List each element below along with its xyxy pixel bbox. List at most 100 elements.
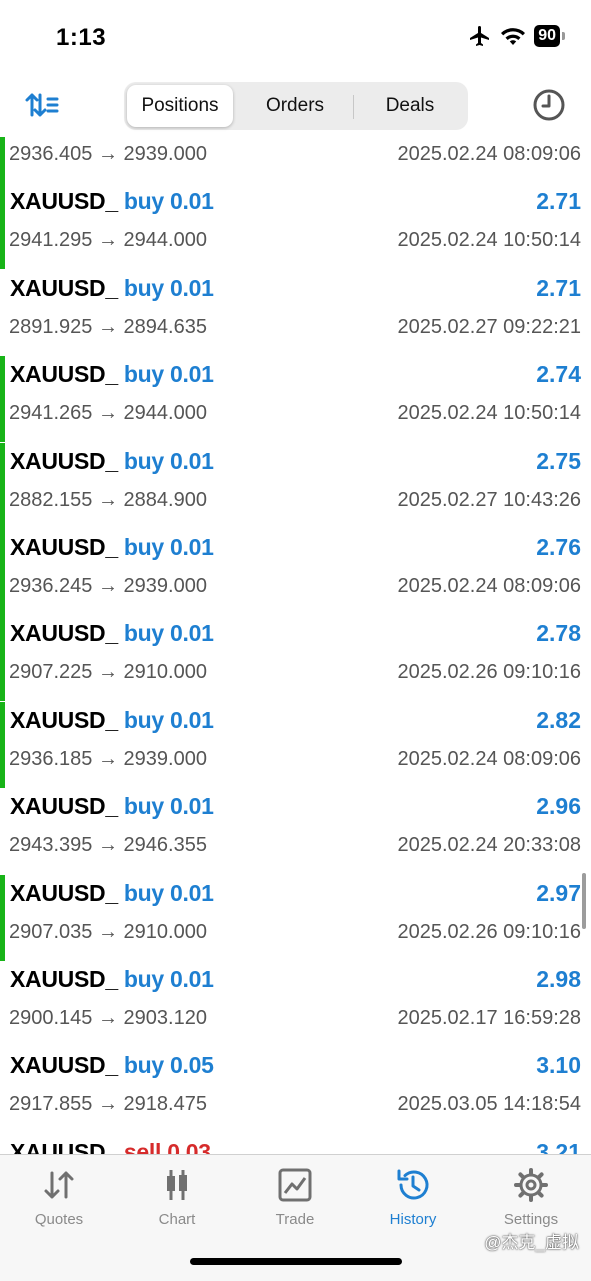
deal-profit: 2.71	[536, 188, 581, 215]
deal-close-price: 2910.000	[123, 920, 207, 943]
home-indicator[interactable]	[190, 1258, 402, 1265]
deal-row[interactable]: XAUUSD_ buy 0.01 2.74 2941.265 → 2944.000 2…	[0, 356, 591, 443]
deal-profit: 3.10	[536, 1052, 581, 1079]
deal-marker	[0, 529, 5, 615]
deal-close-price: 2939.000	[123, 575, 207, 597]
deal-symbol-line: XAUUSD_ buy 0.01	[10, 793, 214, 820]
deal-open-price: 2907.225	[9, 661, 93, 684]
deal-symbol-line: XAUUSD_ buy 0.01	[10, 534, 214, 561]
deal-datetime: 2025.02.26 09:10:16	[397, 661, 581, 684]
deal-symbol: XAUUSD_	[10, 274, 118, 301]
deal-row[interactable]: XAUUSD_ sell 0.03 3.21	[0, 1134, 591, 1154]
scrollbar[interactable]	[582, 873, 586, 929]
deal-prices: 2941.295 → 2944.000	[9, 229, 207, 252]
deal-prices: 2936.245 → 2939.000	[9, 575, 207, 598]
deal-close-price: 2884.900	[123, 488, 207, 511]
deal-symbol: XAUUSD_	[10, 188, 118, 215]
sort-button[interactable]	[24, 89, 60, 121]
settings-icon	[514, 1168, 548, 1202]
deal-symbol: XAUUSD_	[10, 966, 118, 992]
tab-chart-label: Chart	[158, 1211, 196, 1228]
deal-row[interactable]: XAUUSD_ buy 0.01 2.97 2907.035 → 2910.000 2…	[0, 874, 591, 961]
deal-side: buy	[123, 793, 164, 820]
tab-trade[interactable]: Trade	[245, 1167, 345, 1237]
deal-marker	[0, 137, 5, 183]
deal-close-price: 2903.120	[123, 1007, 207, 1029]
deal-close-price: 2939.000	[123, 143, 207, 165]
deal-prices: 2943.395 → 2946.355	[9, 834, 207, 857]
deal-row[interactable]: XAUUSD_ buy 0.01 2.82 2936.185 → 2939.000 2…	[0, 701, 591, 788]
price-arrow: →	[97, 575, 118, 597]
deal-row[interactable]: 2936.405 → 2939.000 2025.02.24 08:09:06	[0, 137, 591, 183]
deal-symbol: XAUUSD_	[10, 706, 118, 733]
deal-datetime: 2025.02.27 09:22:21	[397, 315, 581, 338]
deal-symbol: XAUUSD_	[10, 620, 118, 647]
deal-row[interactable]: XAUUSD_ buy 0.01 2.75 2882.155 → 2884.900 2…	[0, 442, 591, 529]
tab-quotes[interactable]: Quotes	[9, 1167, 109, 1237]
history-icon	[397, 1169, 429, 1200]
deal-row[interactable]: XAUUSD_ buy 0.01 2.71 2941.295 → 2944.000 2…	[0, 183, 591, 270]
deal-open-price: 2917.855	[9, 1093, 93, 1116]
tab-positions[interactable]: Positions	[127, 85, 233, 127]
price-arrow: →	[97, 747, 118, 770]
deal-row[interactable]: XAUUSD_ buy 0.01 2.96 2943.395 → 2946.355 2…	[0, 788, 591, 874]
period-button[interactable]	[531, 87, 567, 123]
deal-side: sell	[123, 1138, 162, 1154]
deal-side: buy	[123, 620, 164, 647]
price-arrow: →	[97, 1093, 118, 1116]
deal-datetime: 2025.02.24 10:50:14	[397, 229, 581, 252]
deal-volume: 0.01	[170, 706, 214, 733]
deal-side: buy	[123, 361, 164, 388]
tab-history[interactable]: History	[363, 1167, 463, 1237]
price-arrow: →	[97, 229, 118, 252]
deal-close-price: 2918.475	[123, 1093, 207, 1116]
deal-marker	[0, 701, 5, 788]
tab-orders[interactable]: Orders	[238, 85, 352, 127]
deal-marker	[0, 874, 5, 961]
trade-icon	[278, 1168, 312, 1202]
deal-open-price: 2936.245	[9, 575, 93, 597]
deal-volume: 0.01	[170, 188, 214, 215]
tab-chart[interactable]: Chart	[127, 1167, 227, 1237]
deal-row[interactable]: XAUUSD_ buy 0.01 2.76 2936.245 → 2939.000 2…	[0, 529, 591, 615]
tab-deals[interactable]: Deals	[354, 85, 466, 127]
deal-prices: 2891.925 → 2894.635	[9, 316, 207, 339]
deals-list[interactable]: 2936.405 → 2939.000 2025.02.24 08:09:06 XA…	[0, 137, 591, 1154]
deal-datetime: 2025.02.24 20:33:08	[397, 834, 581, 857]
deal-row[interactable]: XAUUSD_ buy 0.01 2.98 2900.145 → 2903.120 2…	[0, 961, 591, 1047]
deal-symbol-line: XAUUSD_ buy 0.01	[10, 880, 214, 907]
deal-datetime: 2025.03.05 14:18:54	[397, 1093, 581, 1116]
deal-side: buy	[123, 966, 164, 992]
deal-side: buy	[123, 879, 164, 906]
deal-symbol-line: XAUUSD_ buy 0.01	[10, 448, 214, 475]
deal-row[interactable]: XAUUSD_ buy 0.01 2.78 2907.225 → 2910.000 2…	[0, 615, 591, 702]
deal-profit: 2.75	[536, 447, 581, 474]
deal-open-price: 2900.145	[9, 1007, 93, 1029]
deal-symbol-line: XAUUSD_ buy 0.05	[10, 1052, 214, 1079]
deal-volume: 0.01	[170, 966, 214, 992]
chart-icon	[167, 1170, 187, 1200]
deal-symbol: XAUUSD_	[10, 447, 118, 474]
deal-open-price: 2941.265	[9, 402, 93, 425]
deal-symbol-line: XAUUSD_ buy 0.01	[10, 620, 214, 647]
deal-marker	[0, 442, 5, 529]
deal-prices: 2882.155 → 2884.900	[9, 489, 207, 512]
deal-volume: 0.01	[170, 620, 214, 647]
deal-volume: 0.05	[170, 1052, 214, 1079]
tab-trade-label: Trade	[275, 1211, 315, 1228]
deal-profit: 2.98	[536, 966, 581, 992]
deal-datetime: 2025.02.17 16:59:28	[397, 1007, 581, 1029]
deal-row[interactable]: XAUUSD_ buy 0.05 3.10 2917.855 → 2918.475 2…	[0, 1047, 591, 1133]
tab-settings[interactable]: Settings	[481, 1167, 581, 1237]
deal-profit: 2.97	[536, 879, 581, 906]
deal-symbol: XAUUSD_	[10, 1052, 118, 1079]
battery-indicator: 90	[534, 25, 560, 47]
deal-close-price: 2894.635	[123, 315, 207, 338]
status-icons: 90	[468, 24, 565, 48]
price-arrow: →	[97, 143, 118, 165]
deal-side: buy	[123, 188, 164, 215]
tab-quotes-label: Quotes	[34, 1211, 84, 1228]
price-arrow: →	[97, 488, 118, 511]
deal-prices: 2941.265 → 2944.000	[9, 402, 207, 425]
deal-row[interactable]: XAUUSD_ buy 0.01 2.71 2891.925 → 2894.635 2…	[0, 270, 591, 356]
